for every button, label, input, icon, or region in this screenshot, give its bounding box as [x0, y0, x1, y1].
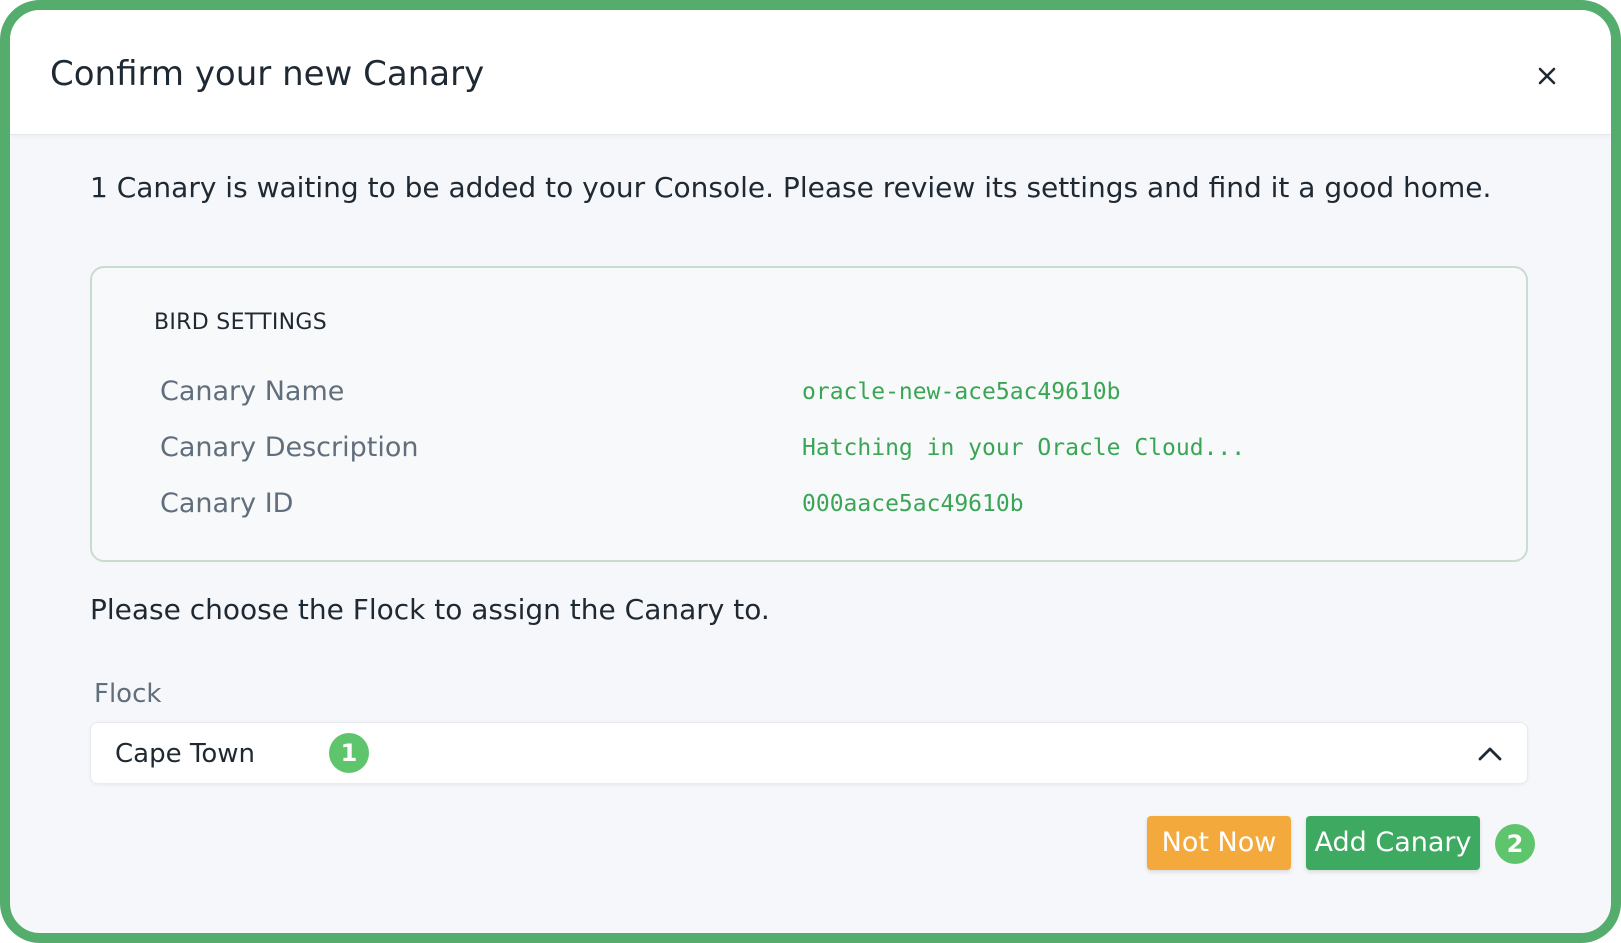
setting-row-canary-description: Canary Description Hatching in your Orac… [160, 428, 1460, 468]
dialog-title: Confirm your new Canary [50, 54, 485, 94]
flock-select[interactable]: Cape Town 1 [90, 722, 1528, 784]
add-canary-button[interactable]: Add Canary [1306, 816, 1480, 870]
intro-text: 1 Canary is waiting to be added to your … [90, 171, 1492, 204]
close-button[interactable] [1531, 60, 1563, 92]
step-badge-1: 1 [329, 733, 369, 773]
bird-settings-heading: BIRD SETTINGS [154, 310, 328, 335]
step-badge-2: 2 [1495, 824, 1535, 864]
setting-label: Canary Name [160, 376, 345, 407]
setting-label: Canary Description [160, 432, 419, 463]
flock-prompt: Please choose the Flock to assign the Ca… [90, 593, 770, 626]
setting-value: Hatching in your Oracle Cloud... [802, 435, 1246, 461]
flock-selected-value: Cape Town [115, 739, 255, 769]
dialog-frame: Confirm your new Canary 1 Canary is wait… [0, 0, 1621, 943]
setting-value: 000aace5ac49610b [802, 491, 1024, 517]
flock-label: Flock [94, 679, 162, 709]
setting-row-canary-name: Canary Name oracle-new-ace5ac49610b [160, 372, 1460, 412]
bird-settings-panel: BIRD SETTINGS Canary Name oracle-new-ace… [90, 266, 1528, 562]
setting-row-canary-id: Canary ID 000aace5ac49610b [160, 484, 1460, 524]
chevron-up-icon[interactable] [1475, 739, 1505, 769]
setting-label: Canary ID [160, 488, 294, 519]
close-icon [1538, 67, 1556, 85]
dialog-header: Confirm your new Canary [10, 10, 1611, 135]
not-now-button[interactable]: Not Now [1147, 816, 1291, 870]
setting-value: oracle-new-ace5ac49610b [802, 379, 1121, 405]
